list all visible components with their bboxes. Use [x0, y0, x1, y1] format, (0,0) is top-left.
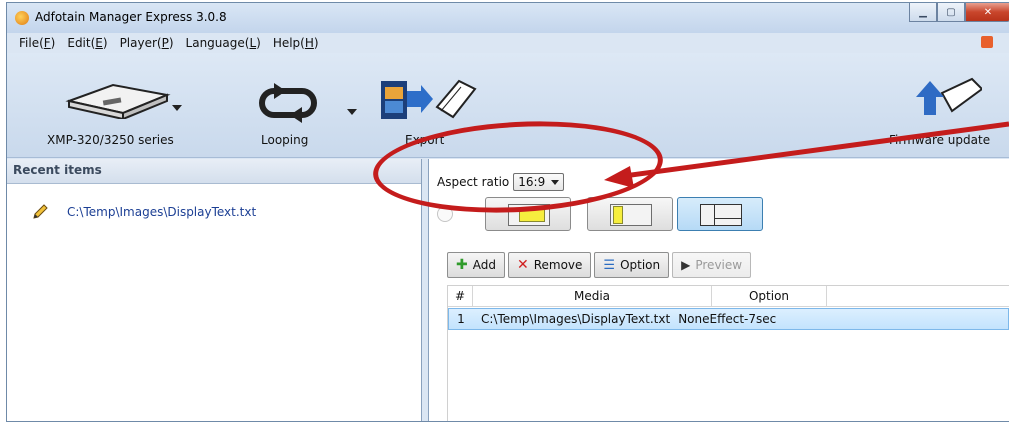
add-button[interactable]: ✚ Add — [447, 252, 505, 278]
recent-item[interactable]: C:\Temp\Images\DisplayText.txt — [31, 203, 256, 221]
window-controls: ▁ ▢ ✕ — [909, 3, 1009, 23]
menu-bar: File(F) Edit(E) Player(P) Language(L) He… — [7, 33, 1009, 53]
layout-divider — [714, 218, 741, 219]
firmware-label: Firmware update — [889, 133, 991, 147]
preview-button[interactable]: ▶ Preview — [672, 252, 752, 278]
recent-items-header: Recent items — [7, 159, 421, 184]
column-header-media[interactable]: Media — [473, 286, 712, 306]
app-icon — [15, 11, 29, 25]
window-title: Adfotain Manager Express 3.0.8 — [35, 10, 227, 24]
menu-help[interactable]: Help(H) — [267, 33, 325, 53]
close-icon: ✕ — [516, 257, 529, 273]
maximize-button[interactable]: ▢ — [937, 3, 965, 22]
layout-preview-2 — [610, 204, 652, 226]
column-header-option[interactable]: Option — [712, 286, 827, 306]
play-icon: ▶ — [681, 258, 691, 272]
row-option: NoneEffect-7sec — [678, 312, 777, 326]
row-number: 1 — [457, 312, 465, 326]
media-table: # Media Option 1 C:\Temp\Images\DisplayT… — [447, 285, 1009, 421]
device-dropdown-arrow[interactable] — [172, 105, 182, 111]
table-header: # Media Option — [448, 286, 1009, 307]
recent-item-link[interactable]: C:\Temp\Images\DisplayText.txt — [67, 205, 256, 219]
remove-button[interactable]: ✕ Remove — [507, 252, 592, 278]
pencil-icon — [33, 204, 48, 219]
menu-player[interactable]: Player(P) — [114, 33, 180, 53]
looping-label: Looping — [261, 133, 309, 147]
option-button[interactable]: ☰ Option — [594, 252, 670, 278]
device-label: XMP-320/3250 series — [47, 133, 174, 147]
layout-zone — [613, 206, 623, 224]
row-media: C:\Temp\Images\DisplayText.txt — [481, 312, 671, 326]
menu-file[interactable]: File(F) — [13, 33, 61, 53]
layout-option-3[interactable] — [677, 197, 763, 231]
column-header-number[interactable]: # — [448, 286, 473, 306]
export-icon[interactable] — [379, 77, 479, 123]
title-bar: Adfotain Manager Express 3.0.8 ▁ ▢ ✕ — [7, 3, 1009, 33]
close-button[interactable]: ✕ — [965, 3, 1009, 22]
layout-preview-3 — [700, 204, 742, 226]
list-icon: ☰ — [603, 257, 616, 273]
menu-edit[interactable]: Edit(E) — [61, 33, 113, 53]
layout-divider — [714, 205, 715, 225]
office-icon[interactable] — [981, 36, 993, 48]
looping-dropdown-arrow[interactable] — [347, 109, 357, 115]
minimize-button[interactable]: ▁ — [909, 3, 937, 22]
menu-language[interactable]: Language(L) — [180, 33, 267, 53]
layout-option-2[interactable] — [587, 197, 673, 231]
media-player-icon[interactable] — [63, 79, 171, 119]
looping-icon[interactable] — [252, 83, 324, 123]
firmware-update-icon[interactable] — [912, 75, 982, 121]
recent-items-panel: Recent items C:\Temp\Images\DisplayText.… — [7, 159, 422, 421]
plus-icon: ✚ — [456, 257, 468, 273]
playlist-toolbar: ✚ Add ✕ Remove ☰ Option ▶ Preview — [447, 252, 752, 278]
table-row[interactable]: 1 C:\Temp\Images\DisplayText.txt NoneEff… — [448, 308, 1009, 330]
